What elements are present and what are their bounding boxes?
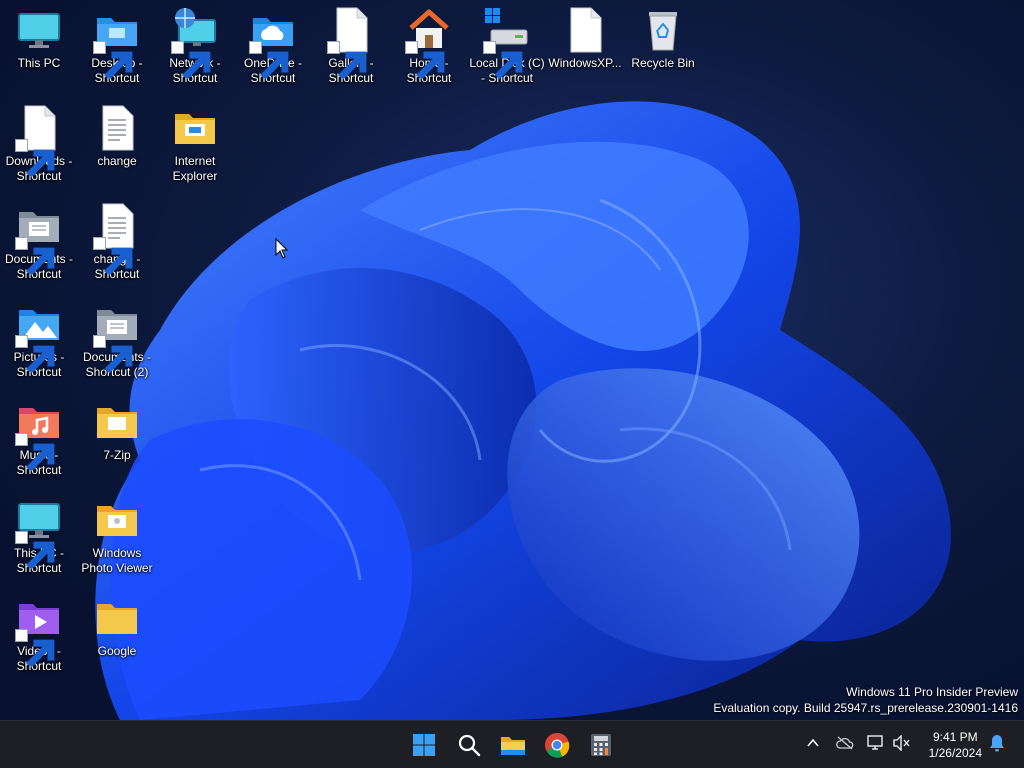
shortcut-arrow-icon bbox=[93, 335, 133, 374]
chrome-icon bbox=[544, 732, 570, 758]
start-button[interactable] bbox=[406, 727, 442, 763]
onedrive-offline-icon bbox=[836, 736, 854, 755]
shortcut-arrow-icon bbox=[15, 629, 55, 668]
document-icon bbox=[15, 104, 63, 178]
text-file-icon bbox=[93, 104, 141, 152]
desktop-icon-label: Internet Explorer bbox=[172, 154, 218, 183]
watermark-build: Evaluation copy. Build 25947.rs_prerelea… bbox=[713, 701, 1018, 715]
network-tray-button[interactable] bbox=[866, 734, 886, 756]
shortcut-arrow-icon bbox=[483, 41, 523, 80]
chevron-up-icon bbox=[806, 736, 820, 755]
shortcut-arrow-icon bbox=[15, 531, 55, 570]
calculator-icon bbox=[590, 733, 612, 757]
desktop-icon-videos-shortcut[interactable]: Videos - Shortcut bbox=[0, 588, 78, 684]
shortcut-arrow-icon bbox=[327, 41, 367, 80]
drive-icon bbox=[483, 6, 531, 80]
shortcut-arrow-icon bbox=[249, 41, 289, 80]
desktop-icon-change[interactable]: change bbox=[78, 98, 156, 194]
pictures-folder-icon bbox=[15, 300, 63, 374]
watermark-edition: Windows 11 Pro Insider Preview bbox=[846, 685, 1018, 699]
folder-icon bbox=[171, 104, 219, 152]
document-icon bbox=[327, 6, 375, 80]
desktop-icon-label: This PC bbox=[17, 56, 61, 70]
folder-desktop-icon bbox=[93, 6, 141, 80]
text-file-icon bbox=[93, 202, 141, 276]
taskbar: 9:41 PM 1/26/2024 bbox=[0, 720, 1024, 768]
clock-date: 1/26/2024 bbox=[928, 746, 982, 760]
desktop-icon-downloads-shortcut[interactable]: Downloads - Shortcut bbox=[0, 98, 78, 194]
shortcut-arrow-icon bbox=[15, 433, 55, 472]
taskbar-clock[interactable]: 9:41 PM 1/26/2024 bbox=[929, 729, 982, 761]
desktop-icon-pictures-shortcut[interactable]: Pictures - Shortcut bbox=[0, 294, 78, 390]
notifications-button[interactable] bbox=[987, 734, 1007, 757]
network-icon bbox=[867, 734, 885, 756]
desktop-icon-home-shortcut[interactable]: Home - Shortcut bbox=[390, 0, 468, 96]
shortcut-arrow-icon bbox=[15, 237, 55, 276]
desktop-icon-local-disk-shortcut[interactable]: Local Disk (C) - Shortcut bbox=[468, 0, 546, 96]
desktop-icon-network-shortcut[interactable]: Network - Shortcut bbox=[156, 0, 234, 96]
evaluation-watermark: Windows 11 Pro Insider Preview Evaluatio… bbox=[713, 684, 1018, 716]
desktop-icon-this-pc-shortcut[interactable]: This PC - Shortcut bbox=[0, 490, 78, 586]
calculator-button[interactable] bbox=[583, 727, 619, 763]
folder-icon bbox=[93, 594, 141, 642]
home-icon bbox=[405, 6, 453, 80]
show-hidden-icons-button[interactable] bbox=[803, 735, 823, 755]
desktop-icon-label: change bbox=[97, 154, 137, 168]
desktop-icon-label: WindowsXP... bbox=[548, 56, 622, 70]
videos-folder-icon bbox=[15, 594, 63, 668]
desktop-icon-google[interactable]: Google bbox=[78, 588, 156, 684]
desktop-icon-internet-explorer[interactable]: Internet Explorer bbox=[156, 98, 234, 194]
clock-time: 9:41 PM bbox=[932, 730, 978, 744]
desktop-icon-7-zip[interactable]: 7-Zip bbox=[78, 392, 156, 488]
desktop-icon-music-shortcut[interactable]: Music - Shortcut bbox=[0, 392, 78, 488]
shortcut-arrow-icon bbox=[15, 139, 55, 178]
onedrive-folder-icon bbox=[249, 6, 297, 80]
search-icon bbox=[457, 733, 481, 757]
desktop-icon-this-pc[interactable]: This PC bbox=[0, 0, 78, 96]
desktop-icon-desktop-shortcut[interactable]: Desktop - Shortcut bbox=[78, 0, 156, 96]
shortcut-arrow-icon bbox=[93, 41, 133, 80]
desktop-icon-gallery-shortcut[interactable]: Gallery - Shortcut bbox=[312, 0, 390, 96]
desktop-icon-label: Recycle Bin bbox=[631, 56, 695, 70]
desktop-icon-windowsxp[interactable]: WindowsXP... bbox=[546, 0, 624, 96]
folder-icon bbox=[93, 398, 141, 446]
mouse-cursor-icon bbox=[275, 237, 289, 265]
shortcut-arrow-icon bbox=[93, 237, 133, 276]
volume-muted-icon bbox=[893, 733, 911, 756]
document-icon bbox=[561, 6, 609, 54]
music-folder-icon bbox=[15, 398, 63, 472]
chrome-button[interactable] bbox=[539, 727, 575, 763]
desktop-icon-label: Windows Photo Viewer bbox=[81, 546, 153, 575]
network-icon bbox=[171, 6, 219, 80]
file-explorer-button[interactable] bbox=[495, 727, 531, 763]
recycle-bin-icon bbox=[639, 6, 687, 54]
bell-icon bbox=[989, 734, 1005, 757]
shortcut-arrow-icon bbox=[405, 41, 445, 80]
desktop-icon-label: Google bbox=[97, 644, 137, 658]
search-button[interactable] bbox=[451, 727, 487, 763]
documents-folder-icon bbox=[93, 300, 141, 374]
desktop-icon-label: 7-Zip bbox=[103, 448, 131, 462]
onedrive-tray-button[interactable] bbox=[835, 735, 855, 755]
file-explorer-icon bbox=[500, 733, 526, 757]
volume-tray-button[interactable] bbox=[892, 733, 912, 756]
desktop-icon-documents-shortcut[interactable]: Documents - Shortcut bbox=[0, 196, 78, 292]
desktop-icon-documents-shortcut-2[interactable]: Documents - Shortcut (2) bbox=[78, 294, 156, 390]
desktop-icon-recycle-bin[interactable]: Recycle Bin bbox=[624, 0, 702, 96]
shortcut-arrow-icon bbox=[171, 41, 211, 80]
desktop-icon-onedrive-shortcut[interactable]: OneDrive - Shortcut bbox=[234, 0, 312, 96]
desktop-icon-windows-photo-viewer[interactable]: Windows Photo Viewer bbox=[78, 490, 156, 586]
start-icon bbox=[412, 733, 436, 757]
desktop-icon-change-shortcut[interactable]: change - Shortcut bbox=[78, 196, 156, 292]
monitor-icon bbox=[15, 6, 63, 54]
folder-icon bbox=[93, 496, 141, 544]
shortcut-arrow-icon bbox=[15, 335, 55, 374]
monitor-icon bbox=[15, 496, 63, 570]
documents-folder-icon bbox=[15, 202, 63, 276]
